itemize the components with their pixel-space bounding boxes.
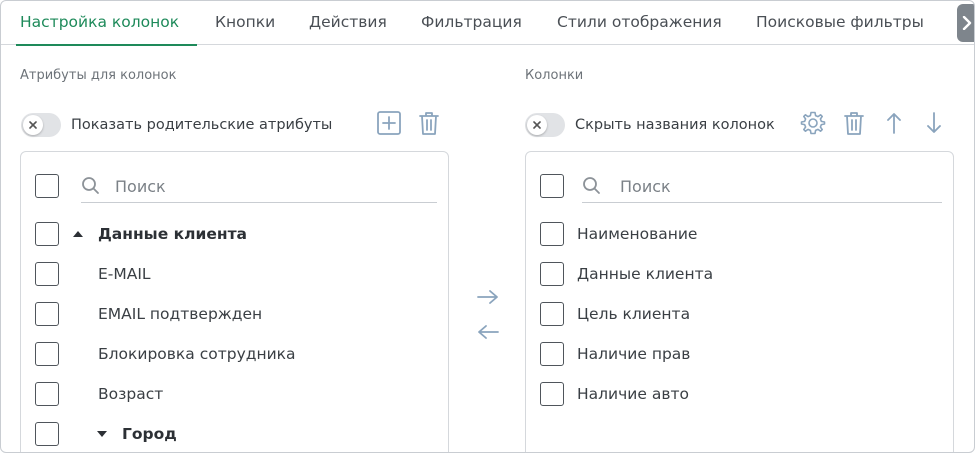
attribute-checkbox[interactable] <box>35 342 59 366</box>
tab-display-styles[interactable]: Стили отображения <box>557 1 722 45</box>
left-section-title: Атрибуты для колонок <box>20 68 177 83</box>
attribute-checkbox[interactable] <box>35 302 59 326</box>
delete-column-button[interactable] <box>841 110 867 136</box>
tab-column-settings[interactable]: Настройка колонок <box>15 1 198 46</box>
expand-caret-icon[interactable] <box>97 431 107 437</box>
right-section-title: Колонки <box>525 68 584 83</box>
attribute-checkbox[interactable] <box>35 382 59 406</box>
hide-column-names-label: Скрыть названия колонок <box>575 117 775 133</box>
search-icon <box>583 177 600 194</box>
column-item[interactable]: Данные клиента <box>577 265 713 283</box>
attributes-search-input[interactable] <box>115 169 415 203</box>
add-attribute-button[interactable] <box>376 110 402 136</box>
attribute-item[interactable]: Блокировка сотрудника <box>98 345 296 363</box>
columns-search <box>582 169 942 203</box>
tab-search-filters[interactable]: Поисковые фильтры <box>756 1 924 45</box>
attribute-checkbox[interactable] <box>35 222 59 246</box>
column-checkbox[interactable] <box>540 302 564 326</box>
column-item[interactable]: Наличие авто <box>577 385 689 403</box>
column-checkbox[interactable] <box>540 262 564 286</box>
attribute-item[interactable]: Возраст <box>98 385 163 403</box>
column-settings-dialog: Настройка колонок Кнопки Действия Фильтр… <box>0 0 975 453</box>
attribute-group-client-data[interactable]: Данные клиента <box>98 225 247 243</box>
arrow-up-icon <box>887 113 901 134</box>
close-icon <box>533 121 541 129</box>
column-item[interactable]: Наименование <box>577 225 697 243</box>
column-checkbox[interactable] <box>540 222 564 246</box>
tab-actions[interactable]: Действия <box>309 1 387 45</box>
trash-icon <box>419 112 439 135</box>
tab-bar: Настройка колонок Кнопки Действия Фильтр… <box>1 1 974 46</box>
toggle-knob <box>23 115 43 135</box>
tab-filtering[interactable]: Фильтрация <box>421 1 522 45</box>
delete-attribute-button[interactable] <box>416 110 442 136</box>
arrow-down-icon <box>927 112 941 133</box>
column-item[interactable]: Наличие прав <box>577 345 690 363</box>
move-right-button[interactable] <box>474 286 502 308</box>
arrow-left-icon <box>478 325 499 339</box>
arrow-right-icon <box>477 290 498 304</box>
select-all-columns-checkbox[interactable] <box>540 174 564 198</box>
search-icon <box>82 177 99 194</box>
move-column-down-button[interactable] <box>921 110 947 136</box>
move-left-button[interactable] <box>474 321 502 343</box>
attribute-checkbox[interactable] <box>35 422 59 446</box>
attribute-item[interactable]: EMAIL подтвержден <box>98 305 262 323</box>
columns-search-input[interactable] <box>620 169 920 203</box>
trash-icon <box>844 112 864 135</box>
close-icon <box>29 121 37 129</box>
move-column-up-button[interactable] <box>881 110 907 136</box>
tab-buttons[interactable]: Кнопки <box>215 1 275 45</box>
show-parent-attributes-label: Показать родительские атрибуты <box>71 117 333 133</box>
tabs-scroll-right-button[interactable] <box>957 4 974 42</box>
attribute-item[interactable]: E-MAIL <box>98 265 151 283</box>
column-item[interactable]: Цель клиента <box>577 305 690 323</box>
gear-icon <box>800 111 826 135</box>
attribute-checkbox[interactable] <box>35 262 59 286</box>
column-settings-button[interactable] <box>800 110 826 136</box>
columns-panel: Наименование Данные клиента Цель клиента… <box>525 151 954 452</box>
add-square-icon <box>377 111 401 135</box>
column-checkbox[interactable] <box>540 342 564 366</box>
attributes-panel: Данные клиента E-MAIL EMAIL подтвержден … <box>20 151 449 452</box>
column-checkbox[interactable] <box>540 382 564 406</box>
collapse-caret-icon[interactable] <box>73 231 83 237</box>
attribute-group-city[interactable]: Город <box>122 425 177 443</box>
hide-column-names-toggle[interactable] <box>525 113 565 137</box>
chevron-right-icon <box>962 16 972 30</box>
select-all-attributes-checkbox[interactable] <box>35 174 59 198</box>
show-parent-attributes-toggle[interactable] <box>21 113 61 137</box>
toggle-knob <box>527 115 547 135</box>
attributes-search <box>81 169 437 203</box>
